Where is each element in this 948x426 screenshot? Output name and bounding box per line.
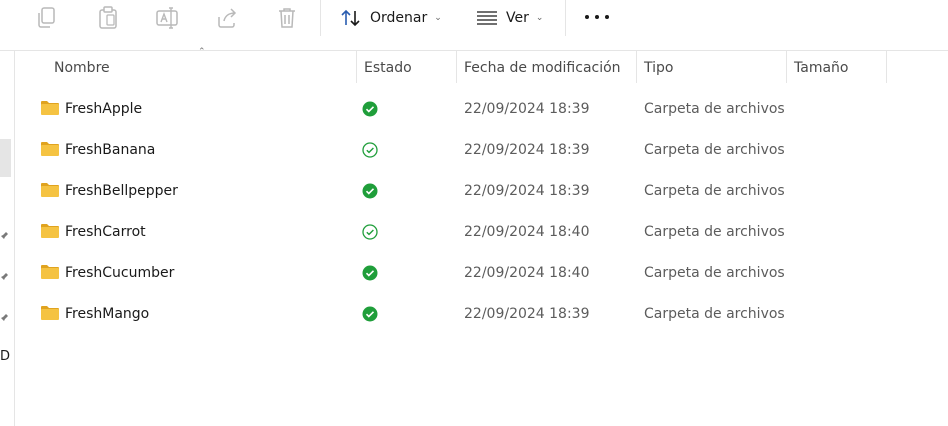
- column-header-status[interactable]: Estado: [364, 51, 412, 83]
- file-modified: 22/09/2024 18:39: [464, 142, 590, 158]
- file-name[interactable]: FreshApple: [65, 89, 142, 129]
- column-header-row: ⌃ Nombre Estado Fecha de modificación Ti…: [15, 47, 948, 85]
- status-synced-filled-icon: [362, 306, 378, 322]
- status-online-outline-icon: [362, 224, 378, 240]
- view-icon: [477, 11, 497, 25]
- folder-icon: [41, 101, 59, 115]
- more-options-icon[interactable]: [585, 15, 609, 21]
- file-type: Carpeta de archivos: [644, 101, 785, 117]
- column-divider[interactable]: [636, 51, 637, 83]
- nav-selected-item[interactable]: [0, 139, 11, 177]
- folder-icon: [41, 265, 59, 279]
- chevron-down-icon: ⌄: [434, 13, 442, 23]
- file-row[interactable]: FreshMango 22/09/2024 18:39 Carpeta de a…: [15, 294, 948, 334]
- pin-icon: [1, 232, 8, 240]
- file-modified: 22/09/2024 18:40: [464, 224, 590, 240]
- status-online-outline-icon: [362, 142, 378, 158]
- nav-item-truncated[interactable]: D: [0, 349, 10, 364]
- view-label: Ver: [506, 10, 529, 26]
- file-name[interactable]: FreshCarrot: [65, 212, 146, 252]
- sort-ascending-icon: ⌃: [198, 47, 206, 57]
- sort-icon: [341, 9, 360, 27]
- rename-icon[interactable]: [155, 5, 179, 31]
- chevron-down-icon: ⌄: [535, 13, 544, 23]
- file-type: Carpeta de archivos: [644, 183, 785, 199]
- file-modified: 22/09/2024 18:40: [464, 265, 590, 281]
- file-modified: 22/09/2024 18:39: [464, 101, 590, 117]
- column-header-modified[interactable]: Fecha de modificación: [464, 51, 621, 83]
- folder-icon: [41, 142, 59, 156]
- status-synced-filled-icon: [362, 265, 378, 281]
- folder-icon: [41, 224, 59, 238]
- file-type: Carpeta de archivos: [644, 142, 785, 158]
- pin-icon: [1, 314, 8, 322]
- file-name[interactable]: FreshCucumber: [65, 253, 174, 293]
- file-row[interactable]: FreshCarrot 22/09/2024 18:40 Carpeta de …: [15, 212, 948, 252]
- file-modified: 22/09/2024 18:39: [464, 306, 590, 322]
- file-modified: 22/09/2024 18:39: [464, 183, 590, 199]
- column-divider[interactable]: [786, 51, 787, 83]
- sort-button[interactable]: Ordenar ⌄: [340, 6, 442, 30]
- file-name[interactable]: FreshMango: [65, 294, 149, 334]
- file-row[interactable]: FreshBellpepper 22/09/2024 18:39 Carpeta…: [15, 171, 948, 211]
- folder-icon: [41, 306, 59, 320]
- folder-icon: [41, 183, 59, 197]
- delete-icon[interactable]: [275, 5, 299, 31]
- view-button[interactable]: Ver ⌄: [476, 6, 543, 30]
- file-type: Carpeta de archivos: [644, 224, 785, 240]
- toolbar-separator: [565, 0, 566, 36]
- file-row[interactable]: FreshBanana 22/09/2024 18:39 Carpeta de …: [15, 130, 948, 170]
- sort-label: Ordenar: [370, 10, 428, 26]
- file-name[interactable]: FreshBanana: [65, 130, 155, 170]
- column-header-size[interactable]: Tamaño: [794, 51, 848, 83]
- status-synced-filled-icon: [362, 183, 378, 199]
- command-bar: Ordenar ⌄ Ver ⌄: [0, 0, 948, 51]
- column-header-type[interactable]: Tipo: [644, 51, 673, 83]
- status-synced-filled-icon: [362, 101, 378, 117]
- column-header-name[interactable]: Nombre: [54, 51, 110, 83]
- toolbar-separator: [320, 0, 321, 36]
- copy-icon[interactable]: [35, 5, 59, 31]
- paste-icon[interactable]: [96, 5, 120, 31]
- file-row[interactable]: FreshApple 22/09/2024 18:39 Carpeta de a…: [15, 89, 948, 129]
- file-type: Carpeta de archivos: [644, 306, 785, 322]
- column-divider[interactable]: [356, 51, 357, 83]
- file-name[interactable]: FreshBellpepper: [65, 171, 178, 211]
- share-icon[interactable]: [215, 5, 239, 31]
- file-type: Carpeta de archivos: [644, 265, 785, 281]
- column-divider[interactable]: [456, 51, 457, 83]
- column-divider[interactable]: [886, 51, 887, 83]
- file-row[interactable]: FreshCucumber 22/09/2024 18:40 Carpeta d…: [15, 253, 948, 293]
- pin-icon: [1, 273, 8, 281]
- navigation-pane: D: [0, 51, 15, 426]
